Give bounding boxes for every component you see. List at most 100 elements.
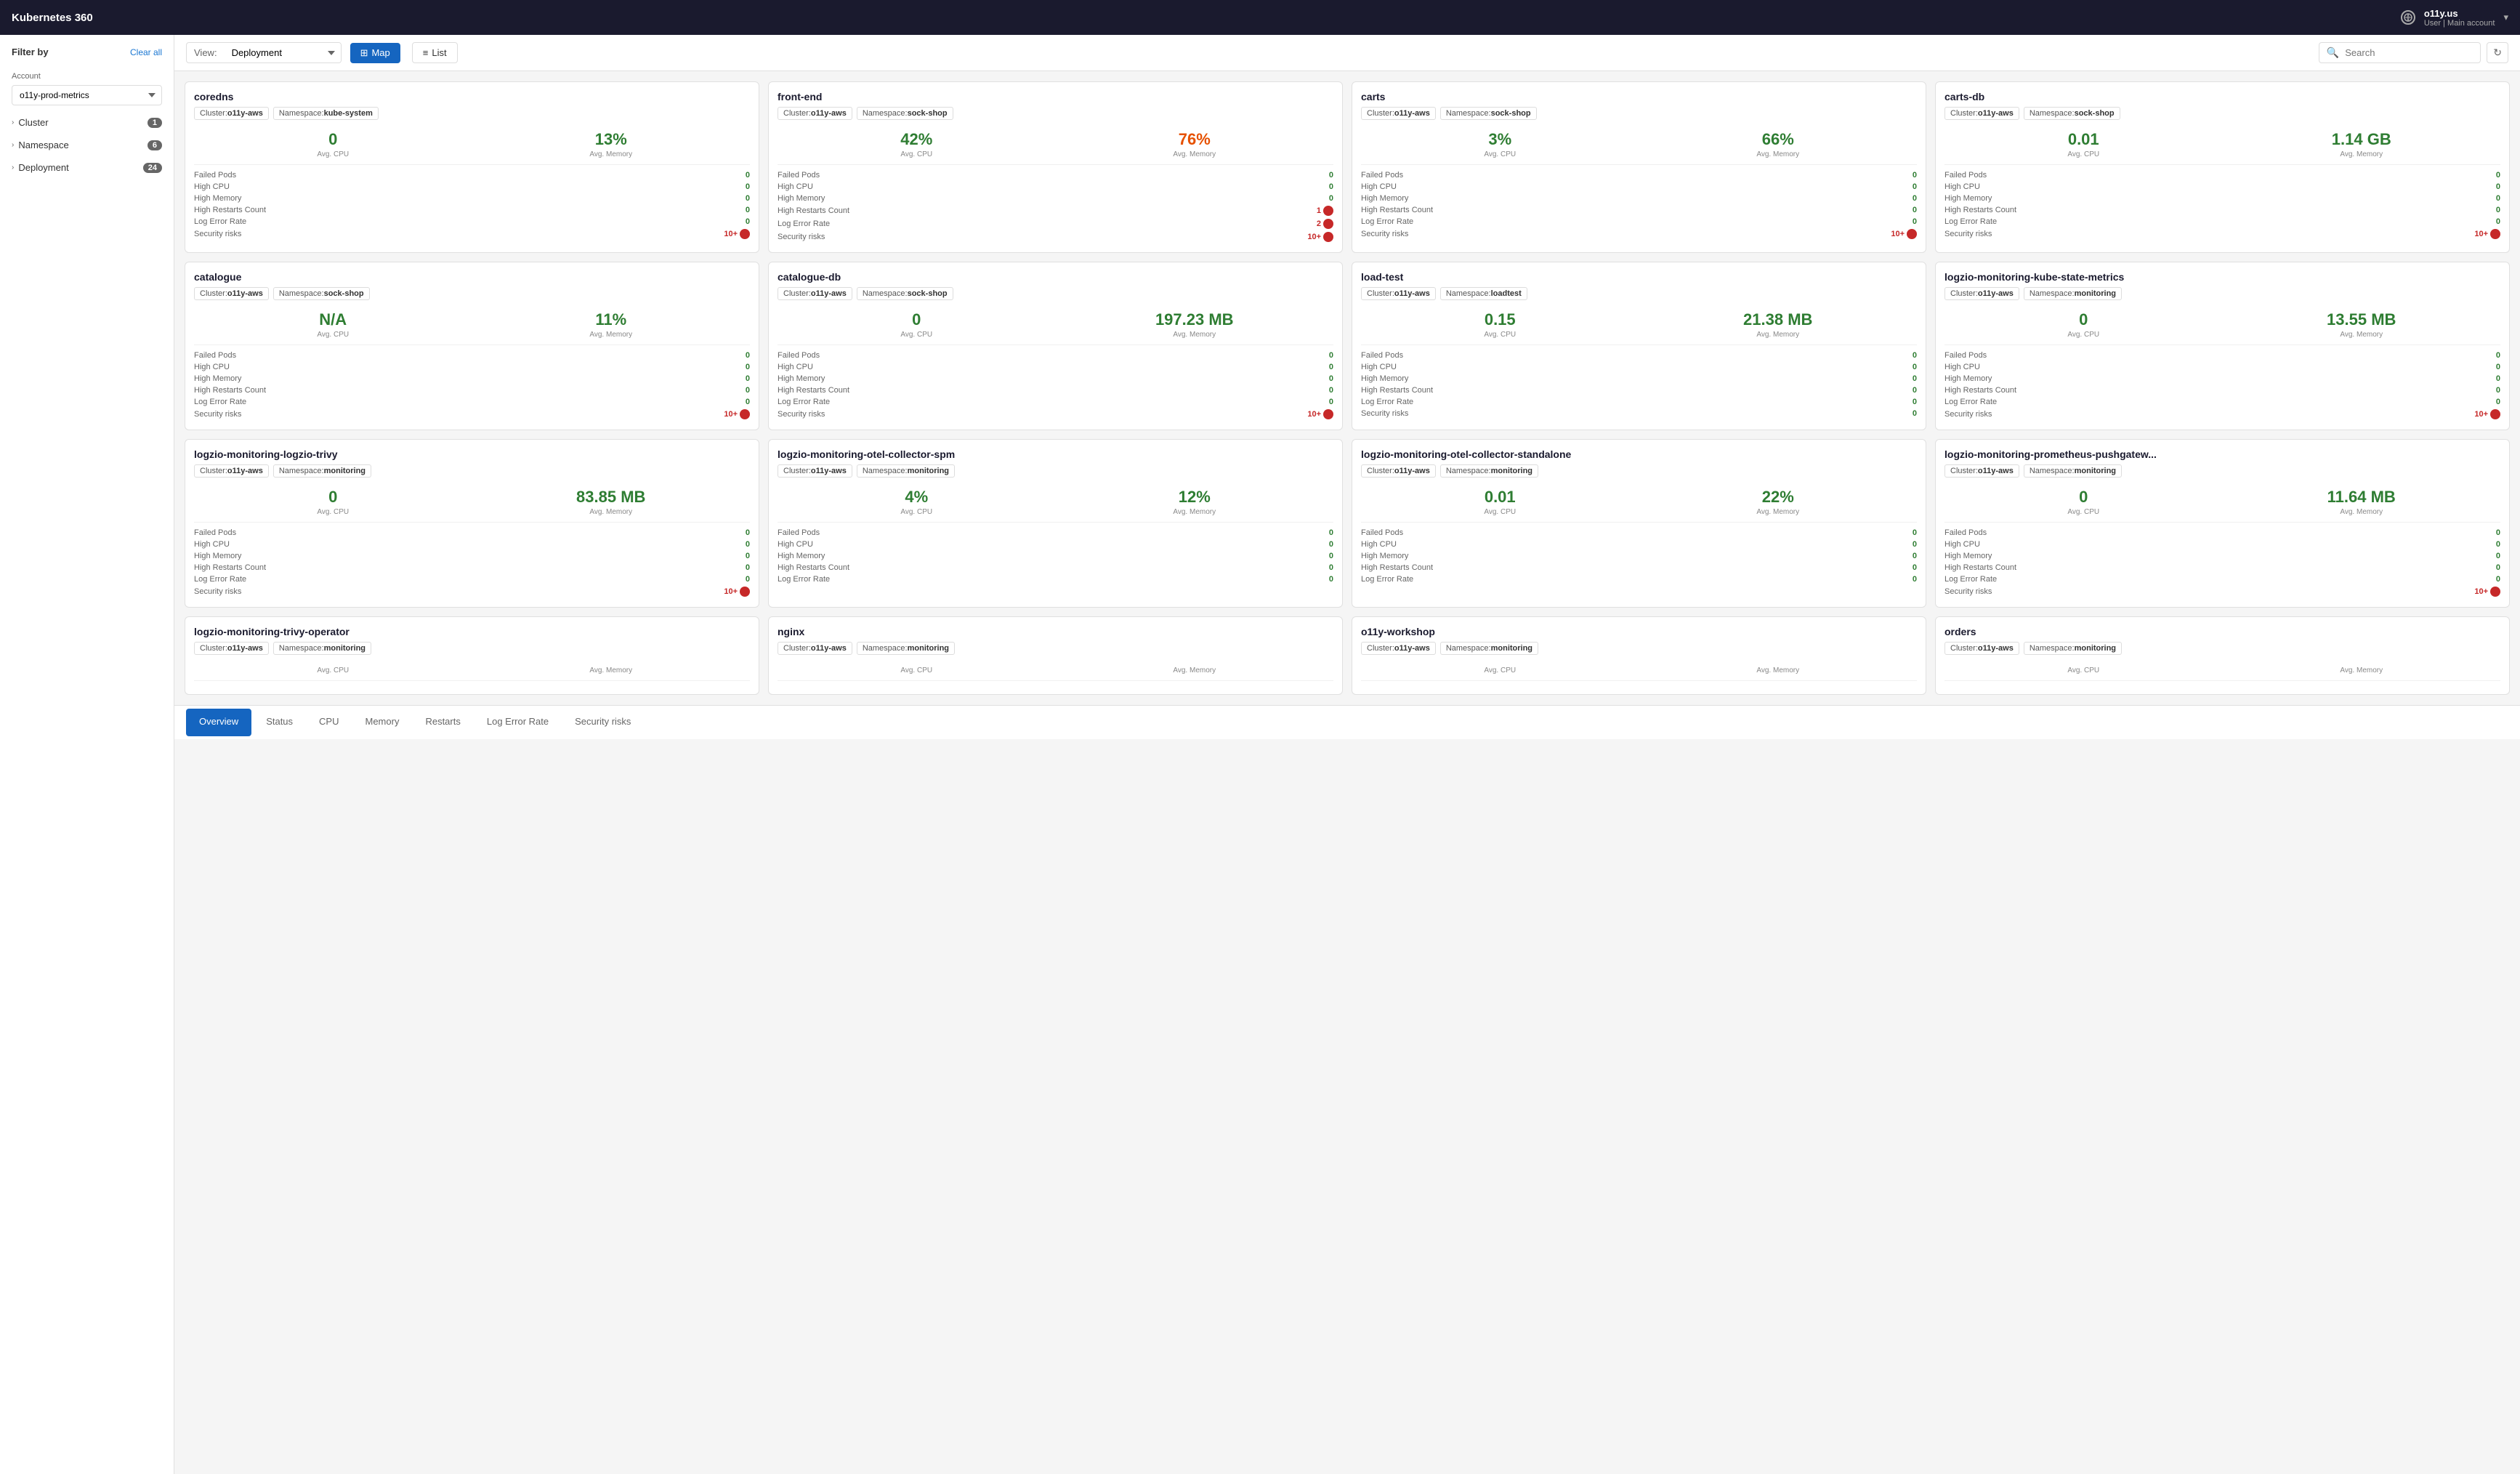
tab-restarts[interactable]: Restarts <box>412 709 473 736</box>
card-metrics: 0 Avg. CPU 13% Avg. Memory <box>194 130 750 158</box>
deployment-card[interactable]: front-end Cluster: o11y-aws Namespace: s… <box>768 81 1343 253</box>
row-value: 0 <box>1913 552 1917 560</box>
cpu-label: Avg. CPU <box>1361 331 1639 339</box>
search-input[interactable] <box>2345 47 2473 58</box>
cpu-value: 0 <box>194 130 472 149</box>
row-value: 0 <box>1913 398 1917 406</box>
row-label: High CPU <box>194 363 230 371</box>
sidebar-item-namespace[interactable]: › Namespace 6 <box>0 134 174 156</box>
row-value: 0 <box>2496 528 2500 537</box>
memory-label: Avg. Memory <box>1056 331 1334 339</box>
card-rows: Failed Pods 0 High CPU 0 High Memory 0 H… <box>1361 522 1917 585</box>
card-tags: Cluster: o11y-aws Namespace: sock-shop <box>1944 107 2500 123</box>
tab-status[interactable]: Status <box>253 709 306 736</box>
row-value: 0 <box>2496 206 2500 214</box>
card-rows: Failed Pods 0 High CPU 0 High Memory 0 H… <box>194 164 750 241</box>
memory-label: Avg. Memory <box>1639 331 1918 339</box>
tab-memory[interactable]: Memory <box>352 709 413 736</box>
namespace-tag: Namespace: sock-shop <box>2024 107 2120 120</box>
refresh-button[interactable]: ↻ <box>2487 42 2508 63</box>
memory-metric: 197.23 MB Avg. Memory <box>1056 310 1334 339</box>
chevron-down-icon[interactable]: ▾ <box>2503 12 2508 23</box>
row-label: Log Error Rate <box>1944 217 1997 226</box>
card-row: High Memory 0 <box>1361 550 1917 562</box>
view-select[interactable]: Deployment <box>225 43 341 63</box>
card-row: Log Error Rate 0 <box>194 216 750 227</box>
card-tags: Cluster: o11y-aws Namespace: monitoring <box>1361 464 1917 480</box>
row-value: 0 <box>2496 386 2500 395</box>
card-title: orders <box>1944 626 2500 637</box>
map-button[interactable]: ⊞ Map <box>350 43 400 63</box>
tab-cpu[interactable]: CPU <box>306 709 352 736</box>
deployment-card[interactable]: o11y-workshop Cluster: o11y-aws Namespac… <box>1352 616 1926 695</box>
deployment-card[interactable]: catalogue-db Cluster: o11y-aws Namespace… <box>768 262 1343 430</box>
view-label: View: <box>187 43 225 63</box>
deployment-card[interactable]: logzio-monitoring-otel-collector-spm Clu… <box>768 439 1343 608</box>
sidebar-item-deployment[interactable]: › Deployment 24 <box>0 156 174 179</box>
namespace-tag: Namespace: sock-shop <box>857 287 953 300</box>
alert-dot <box>740 409 750 419</box>
card-title: nginx <box>778 626 1333 637</box>
card-metrics: Avg. CPU Avg. Memory <box>1944 665 2500 674</box>
memory-label: Avg. Memory <box>1056 150 1334 158</box>
security-value: 10+ <box>1307 232 1333 242</box>
cpu-label: Avg. CPU <box>778 331 1056 339</box>
row-label: Failed Pods <box>1361 351 1403 360</box>
row-label: High CPU <box>194 540 230 549</box>
toolbar-right: 🔍 ↻ <box>2319 42 2508 63</box>
card-row: High Memory 0 <box>1361 193 1917 204</box>
row-value: 0 <box>2496 563 2500 572</box>
card-row: Log Error Rate 0 <box>1944 573 2500 585</box>
card-row: High CPU 0 <box>1944 361 2500 373</box>
cluster-tag: Cluster: o11y-aws <box>778 642 852 655</box>
deployment-card[interactable]: logzio-monitoring-logzio-trivy Cluster: … <box>185 439 759 608</box>
deployment-card[interactable]: logzio-monitoring-otel-collector-standal… <box>1352 439 1926 608</box>
filter-count-badge: 24 <box>143 163 162 173</box>
card-rows: Failed Pods 0 High CPU 0 High Memory 0 H… <box>1361 164 1917 241</box>
deployment-card[interactable]: carts Cluster: o11y-aws Namespace: sock-… <box>1352 81 1926 253</box>
card-row: Security risks 10+ <box>778 230 1333 243</box>
card-metrics: 0 Avg. CPU 83.85 MB Avg. Memory <box>194 488 750 516</box>
deployment-card[interactable]: logzio-monitoring-prometheus-pushgatew..… <box>1935 439 2510 608</box>
memory-label: Avg. Memory <box>472 331 751 339</box>
card-row: High Restarts Count 0 <box>778 562 1333 573</box>
cpu-value: 0 <box>1944 310 2223 329</box>
card-title: logzio-monitoring-otel-collector-spm <box>778 448 1333 460</box>
deployment-card[interactable]: logzio-monitoring-trivy-operator Cluster… <box>185 616 759 695</box>
alert-dot <box>1323 219 1333 229</box>
list-button[interactable]: ≡ List <box>412 42 458 63</box>
deployment-card[interactable]: catalogue Cluster: o11y-aws Namespace: s… <box>185 262 759 430</box>
card-title: carts-db <box>1944 91 2500 102</box>
memory-value: 12% <box>1056 488 1334 507</box>
tab-overview[interactable]: Overview <box>186 709 251 736</box>
memory-metric: 76% Avg. Memory <box>1056 130 1334 158</box>
memory-value: 13% <box>472 130 751 149</box>
deployment-card[interactable]: load-test Cluster: o11y-aws Namespace: l… <box>1352 262 1926 430</box>
deployment-card[interactable]: carts-db Cluster: o11y-aws Namespace: so… <box>1935 81 2510 253</box>
deployment-card[interactable]: coredns Cluster: o11y-aws Namespace: kub… <box>185 81 759 253</box>
row-value: 0 <box>746 575 750 584</box>
deployment-card[interactable]: nginx Cluster: o11y-aws Namespace: monit… <box>768 616 1343 695</box>
card-rows: Failed Pods 0 High CPU 0 High Memory 0 H… <box>1361 345 1917 419</box>
row-label: High CPU <box>1361 540 1397 549</box>
sidebar-item-cluster[interactable]: › Cluster 1 <box>0 111 174 134</box>
security-value: 10+ <box>724 409 750 419</box>
clear-all-button[interactable]: Clear all <box>130 47 162 57</box>
memory-label: Avg. Memory <box>1056 508 1334 516</box>
namespace-tag: Namespace: monitoring <box>857 464 955 478</box>
row-label: High Memory <box>194 552 241 560</box>
row-label: Log Error Rate <box>1361 217 1413 226</box>
row-value: 0 <box>1913 217 1917 226</box>
account-select[interactable]: o11y-prod-metrics <box>12 85 162 105</box>
row-label: Security risks <box>194 587 241 596</box>
card-row: Security risks 0 <box>1361 408 1917 419</box>
security-value: 10+ <box>1891 229 1917 239</box>
tab-security-risks[interactable]: Security risks <box>562 709 644 736</box>
card-row: Security risks 10+ <box>1361 227 1917 241</box>
tab-log-error-rate[interactable]: Log Error Rate <box>474 709 562 736</box>
deployment-card[interactable]: logzio-monitoring-kube-state-metrics Clu… <box>1935 262 2510 430</box>
row-value: 0 <box>1913 194 1917 203</box>
cpu-value: 0.01 <box>1944 130 2223 149</box>
namespace-tag: Namespace: monitoring <box>2024 642 2122 655</box>
deployment-card[interactable]: orders Cluster: o11y-aws Namespace: moni… <box>1935 616 2510 695</box>
